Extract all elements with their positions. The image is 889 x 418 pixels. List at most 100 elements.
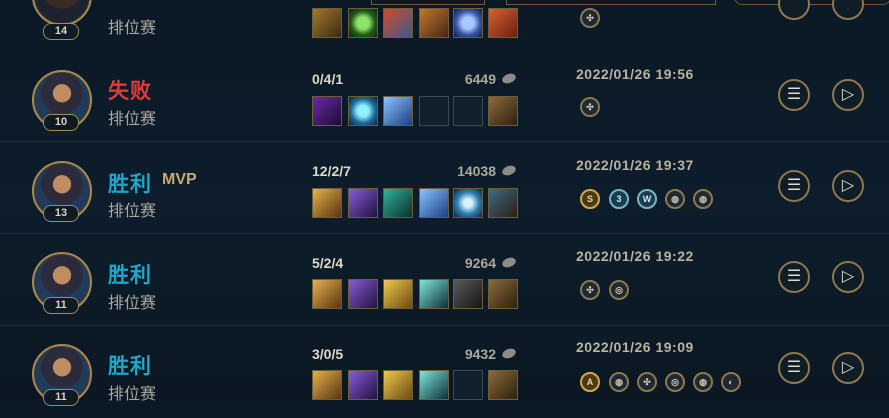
list-icon: ☰	[786, 86, 802, 103]
teal-claw-icon	[383, 188, 413, 218]
boots-icon	[488, 370, 518, 400]
match-row[interactable]: 11 胜利 排位赛 3/0/5 9432 2022/01/26 19:09 A …	[0, 326, 889, 418]
match-result: 胜利	[108, 355, 152, 378]
blue-shield-orb-icon	[453, 188, 483, 218]
gold-cross-icon	[383, 370, 413, 400]
filter-dropdown-2[interactable]	[506, 0, 716, 5]
game-mode-label: 排位赛	[108, 295, 157, 312]
rune-badge: ◍	[693, 372, 713, 392]
rune-badge: ✣	[580, 8, 600, 28]
stat-badge: 3	[609, 189, 629, 209]
rune-badge: ◎	[609, 280, 629, 300]
kda-stat: 12/2/7	[312, 163, 351, 179]
match-result: 胜利	[108, 173, 152, 196]
gold-amount: 14038	[457, 163, 496, 179]
champion-level: 13	[43, 205, 79, 222]
purple-blade-icon	[312, 96, 342, 126]
kda-stat: 5/2/4	[312, 255, 344, 271]
dark-armor-icon	[453, 279, 483, 309]
boots-icon	[488, 279, 518, 309]
list-icon: ☰	[786, 177, 802, 194]
game-mode-label: 排位赛	[108, 203, 157, 220]
champion-level: 11	[43, 297, 79, 314]
game-mode-label: 排位赛	[108, 111, 157, 128]
orange-item-icon	[419, 8, 449, 38]
match-row[interactable]: 10 失败 排位赛 0/4/1 6449 2022/01/26 19:56 ✣ …	[0, 50, 889, 142]
match-result: 胜利	[108, 264, 152, 287]
blue-sword-icon	[383, 96, 413, 126]
empty-item-slot	[419, 96, 449, 126]
rune-badge: ◎	[665, 372, 685, 392]
teal-blade-icon	[419, 370, 449, 400]
gold-coin-icon	[500, 346, 518, 361]
game-mode-label: 排位赛	[108, 20, 157, 37]
red-blue-item-icon	[383, 8, 413, 38]
filter-toggle[interactable]	[734, 0, 889, 5]
match-date: 2022/01/26 19:09	[576, 339, 694, 355]
list-icon: ☰	[786, 359, 802, 376]
rank-badge: S	[580, 189, 600, 209]
rune-badge: ✣	[580, 280, 600, 300]
rune-badge: ◐	[721, 372, 741, 392]
match-row[interactable]: 13 胜利 MVP 排位赛 12/2/7 14038 2022/01/26 19…	[0, 142, 889, 234]
rune-badge: ✣	[580, 97, 600, 117]
kda-stat: 3/0/5	[312, 346, 344, 362]
green-ring-icon	[348, 8, 378, 38]
match-date: 2022/01/26 19:22	[576, 248, 694, 264]
details-button[interactable]: ☰	[778, 352, 810, 384]
replay-icon: ▷	[841, 177, 855, 194]
gold-coin-icon	[500, 163, 518, 178]
replay-button[interactable]: ▷	[832, 170, 864, 202]
match-result: 失败	[108, 80, 152, 103]
blue-orb-icon	[453, 8, 483, 38]
list-icon: ☰	[786, 268, 802, 285]
details-button[interactable]: ☰	[778, 79, 810, 111]
teal-blade-icon	[419, 279, 449, 309]
kda-stat: 0/4/1	[312, 71, 344, 87]
gold-spear-icon	[312, 188, 342, 218]
match-date: 2022/01/26 19:37	[576, 157, 694, 173]
empty-item-slot	[453, 370, 483, 400]
filter-dropdown-1[interactable]	[371, 0, 485, 5]
replay-icon: ▷	[841, 86, 855, 103]
rune-badge: ✣	[637, 372, 657, 392]
replay-button[interactable]: ▷	[832, 261, 864, 293]
rune-badge: ◍	[609, 372, 629, 392]
rune-badge: ◍	[693, 189, 713, 209]
match-row[interactable]: 11 胜利 排位赛 5/2/4 9264 2022/01/26 19:22 ✣ …	[0, 234, 889, 326]
game-mode-label: 排位赛	[108, 386, 157, 403]
details-button[interactable]: ☰	[778, 261, 810, 293]
match-date: 2022/01/26 19:56	[576, 66, 694, 82]
empty-item-slot	[453, 96, 483, 126]
gold-coin-icon	[500, 255, 518, 270]
stat-badge: W	[637, 189, 657, 209]
gold-spear-icon	[312, 279, 342, 309]
champion-level: 10	[43, 114, 79, 131]
purple-cross-blade-icon	[348, 188, 378, 218]
replay-icon: ▷	[841, 268, 855, 285]
purple-cross-blade-icon	[348, 279, 378, 309]
details-button[interactable]	[778, 0, 810, 20]
gold-cross-icon	[383, 279, 413, 309]
replay-button[interactable]: ▷	[832, 79, 864, 111]
rune-badge: ◍	[665, 189, 685, 209]
boots-icon	[488, 188, 518, 218]
replay-icon: ▷	[841, 359, 855, 376]
details-button[interactable]: ☰	[778, 170, 810, 202]
gold-amount: 9432	[464, 346, 496, 362]
red-item-icon	[488, 8, 518, 38]
blue-sword-icon	[419, 188, 449, 218]
boots-icon	[488, 96, 518, 126]
gold-amount: 9264	[464, 255, 496, 271]
replay-button[interactable]	[832, 0, 864, 20]
replay-button[interactable]: ▷	[832, 352, 864, 384]
gold-coin-icon	[500, 71, 518, 86]
gold-amount: 6449	[464, 71, 496, 87]
purple-cross-blade-icon	[348, 370, 378, 400]
champion-level: 11	[43, 389, 79, 406]
blue-orb-icon	[348, 96, 378, 126]
top-filter-bar	[0, 0, 889, 6]
gold-spear-icon	[312, 8, 342, 38]
champion-level: 14	[43, 23, 79, 40]
mvp-badge: MVP	[162, 171, 197, 188]
